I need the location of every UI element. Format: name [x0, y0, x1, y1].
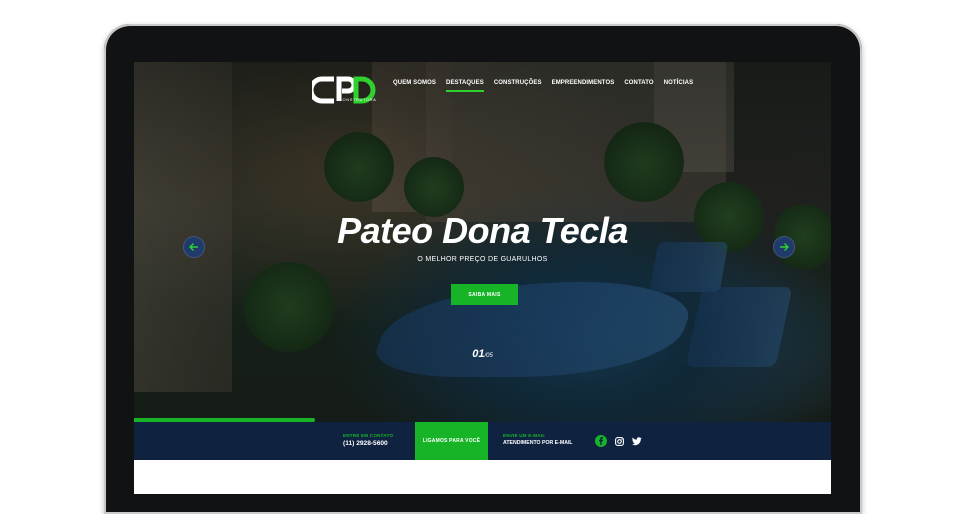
phone-contact[interactable]: ENTRE EM CONTATO (11) 2928-5600	[343, 433, 393, 447]
email-contact[interactable]: ENVIE UM E-MAIL ATENDIMENTO POR E-MAIL	[503, 433, 573, 446]
cpd-logo[interactable]	[308, 74, 380, 112]
slide-counter: 01/05	[134, 348, 831, 360]
slider-next-button[interactable]	[773, 236, 795, 258]
social-links	[595, 435, 643, 447]
logo-subtitle: CONSTRUTORA	[339, 97, 377, 102]
page-content-area	[134, 460, 831, 494]
nav-contato[interactable]: CONTATO	[624, 80, 653, 86]
logo-mark	[308, 76, 376, 104]
main-nav: QUEM SOMOS DESTAQUES CONSTRUÇÕES EMPREEN…	[393, 80, 703, 92]
slide-current: 01	[472, 348, 485, 360]
facebook-icon[interactable]	[595, 435, 607, 447]
arrow-right-icon	[780, 243, 789, 251]
nav-noticias[interactable]: NOTÍCIAS	[664, 80, 693, 86]
hero-title: Pateo Dona Tecla	[337, 210, 628, 251]
browser-screen: CONSTRUTORA QUEM SOMOS DESTAQUES CONSTRU…	[134, 62, 831, 494]
arrow-left-icon	[189, 243, 198, 251]
slider-prev-button[interactable]	[183, 236, 205, 258]
contact-bar: ENTRE EM CONTATO (11) 2928-5600 LIGAMOS …	[134, 422, 831, 460]
phone-number: (11) 2928-5600	[343, 440, 388, 447]
phone-label: ENTRE EM CONTATO	[343, 433, 394, 438]
twitter-icon[interactable]	[631, 435, 643, 447]
email-text: ATENDIMENTO POR E-MAIL	[503, 440, 573, 446]
nav-destaques[interactable]: DESTAQUES	[446, 80, 484, 92]
instagram-icon[interactable]	[613, 435, 625, 447]
hero-slider: CONSTRUTORA QUEM SOMOS DESTAQUES CONSTRU…	[134, 62, 831, 422]
slide-total: /05	[484, 353, 493, 359]
hero-subtitle: O MELHOR PREÇO DE GUARULHOS	[417, 256, 548, 263]
nav-empreendimentos[interactable]: EMPREENDIMENTOS	[552, 80, 615, 86]
nav-construcoes[interactable]: CONSTRUÇÕES	[494, 80, 542, 86]
email-label: ENVIE UM E-MAIL	[503, 433, 546, 438]
callback-button[interactable]: LIGAMOS PARA VOCÊ	[415, 422, 488, 460]
saiba-mais-button[interactable]: SAIBA MAIS	[451, 284, 518, 305]
nav-quem-somos[interactable]: QUEM SOMOS	[393, 80, 436, 86]
